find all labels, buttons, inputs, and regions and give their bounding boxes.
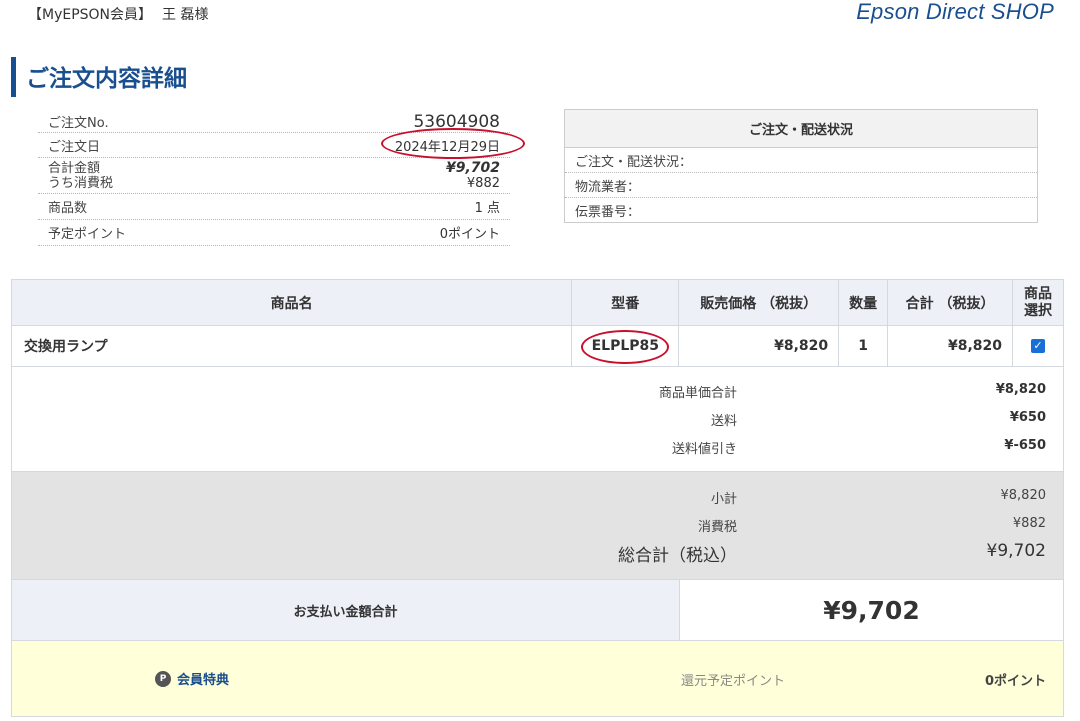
col-header-select: 商品 選択 xyxy=(1012,279,1064,326)
order-summary: ご注文No. 53604908 ご注文日 2024年12月29日 合計金額 うち… xyxy=(38,108,525,246)
product-model-cell: ELPLP85 xyxy=(571,325,680,367)
shipping-row: 送料 ¥650 xyxy=(12,410,1063,430)
col-header-qty: 数量 xyxy=(838,279,889,326)
subtotals-section: 商品単価合計 ¥8,820 送料 ¥650 送料値引き ¥-650 xyxy=(11,366,1064,472)
member-benefit: P 会員特典 還元予定ポイント 0ポイント xyxy=(11,641,1064,717)
total-values: ¥9,702 ¥882 xyxy=(445,159,500,191)
tracking-line: 伝票番号： xyxy=(575,205,641,220)
total-tax-label: 消費税 xyxy=(697,520,737,535)
order-no-label: ご注文No. xyxy=(48,116,109,131)
total-value: ¥9,702 xyxy=(445,159,500,176)
brand-logo[interactable]: Epson Direct SHOP xyxy=(856,0,1054,25)
shipping-discount-value: ¥-650 xyxy=(1004,438,1046,453)
products-header-row: 商品名 型番 販売価格 （税抜） 数量 合計 （税抜） 商品 選択 xyxy=(10,279,1064,326)
total-label: 合計金額 xyxy=(48,160,101,176)
order-date-wrap: 2024年12月29日 xyxy=(380,127,525,159)
payment-amount: ¥9,702 xyxy=(823,595,920,625)
shipping-discount-label: 送料値引き xyxy=(671,442,737,457)
col-header-model: 型番 xyxy=(571,279,680,326)
page-title: ご注文内容詳細 xyxy=(26,66,187,92)
member-info: 【MyEPSON会員】王 磊様 xyxy=(28,4,218,24)
payment-total: お支払い金額合計 ¥9,702 xyxy=(11,580,1064,641)
benefit-link[interactable]: P 会員特典 xyxy=(155,669,229,688)
item-count-label: 商品数 xyxy=(48,201,88,216)
total-tax-value: ¥882 xyxy=(1012,516,1046,531)
unit-total-label: 商品単価合計 xyxy=(658,386,737,401)
user-name: 王 磊様 xyxy=(162,7,209,23)
totals-section: 小計 ¥8,820 消費税 ¥882 総合計（税込） ¥9,702 xyxy=(11,472,1064,580)
grand-total-label: 総合計（税込） xyxy=(618,546,737,566)
reward-points-value: 0ポイント xyxy=(984,674,1046,689)
col-header-name: 商品名 xyxy=(10,279,573,326)
benefit-label: 会員特典 xyxy=(177,673,230,688)
status-line: ご注文・配送状況： xyxy=(565,148,1037,173)
product-select-checkbox[interactable]: ✓ xyxy=(1031,339,1045,353)
grand-total-value: ¥9,702 xyxy=(986,541,1046,561)
col-header-price: 販売価格 （税抜） xyxy=(678,279,840,326)
product-price: ¥8,820 xyxy=(678,325,840,367)
order-status-box: ご注文・配送状況 ご注文・配送状況： 物流業者： 伝票番号： xyxy=(564,109,1038,223)
points-value: 0ポイント xyxy=(439,227,500,242)
order-date-row: ご注文日 2024年12月29日 xyxy=(38,127,525,159)
points-icon: P xyxy=(155,670,171,687)
shipping-discount-row: 送料値引き ¥-650 xyxy=(12,438,1063,458)
order-no-row: ご注文No. 53604908 xyxy=(38,108,510,133)
tax-label: うち消費税 xyxy=(48,175,114,191)
carrier-line: 物流業者： xyxy=(565,173,1037,198)
points-row: 予定ポイント 0ポイント xyxy=(38,220,510,246)
subtotal-label: 小計 xyxy=(710,492,737,507)
table-row: 交換用ランプ ELPLP85 ¥8,820 1 ¥8,820 ✓ xyxy=(10,325,1064,367)
tax-value: ¥882 xyxy=(466,175,500,191)
payment-label: お支払い金額合計 xyxy=(12,580,680,640)
order-no-value: 53604908 xyxy=(413,111,500,132)
product-subtotal: ¥8,820 xyxy=(887,325,1014,367)
products-table: 商品名 型番 販売価格 （税抜） 数量 合計 （税抜） 商品 選択 交換用ランプ… xyxy=(10,279,1064,367)
item-count-row: 商品数 1 点 xyxy=(38,194,510,220)
unit-total-row: 商品単価合計 ¥8,820 xyxy=(12,382,1063,402)
reward-points-label: 還元予定ポイント xyxy=(681,674,786,689)
points-label: 予定ポイント xyxy=(48,227,127,242)
col-header-select-l1: 商品 xyxy=(1024,285,1052,302)
item-count-value: 1 点 xyxy=(474,201,500,216)
col-header-select-l2: 選択 xyxy=(1024,302,1052,319)
order-date-value: 2024年12月29日 xyxy=(394,139,500,155)
product-name[interactable]: 交換用ランプ xyxy=(10,325,573,367)
col-header-subtotal: 合計 （税抜） xyxy=(887,279,1014,326)
shipping-value: ¥650 xyxy=(1009,410,1046,425)
title-accent-bar xyxy=(11,57,16,97)
order-date-label: ご注文日 xyxy=(48,139,101,155)
member-tag: 【MyEPSON会員】 xyxy=(28,7,153,23)
status-title: ご注文・配送状況 xyxy=(565,110,1037,148)
subtotal-value: ¥8,820 xyxy=(1000,488,1047,503)
product-model: ELPLP85 xyxy=(591,338,659,354)
total-row: 合計金額 うち消費税 ¥9,702 ¥882 xyxy=(38,158,510,194)
product-select-cell: ✓ xyxy=(1012,325,1064,367)
shipping-label: 送料 xyxy=(710,414,737,429)
unit-total-value: ¥8,820 xyxy=(995,382,1046,397)
total-labels: 合計金額 うち消費税 xyxy=(48,161,113,191)
product-qty: 1 xyxy=(838,325,889,367)
